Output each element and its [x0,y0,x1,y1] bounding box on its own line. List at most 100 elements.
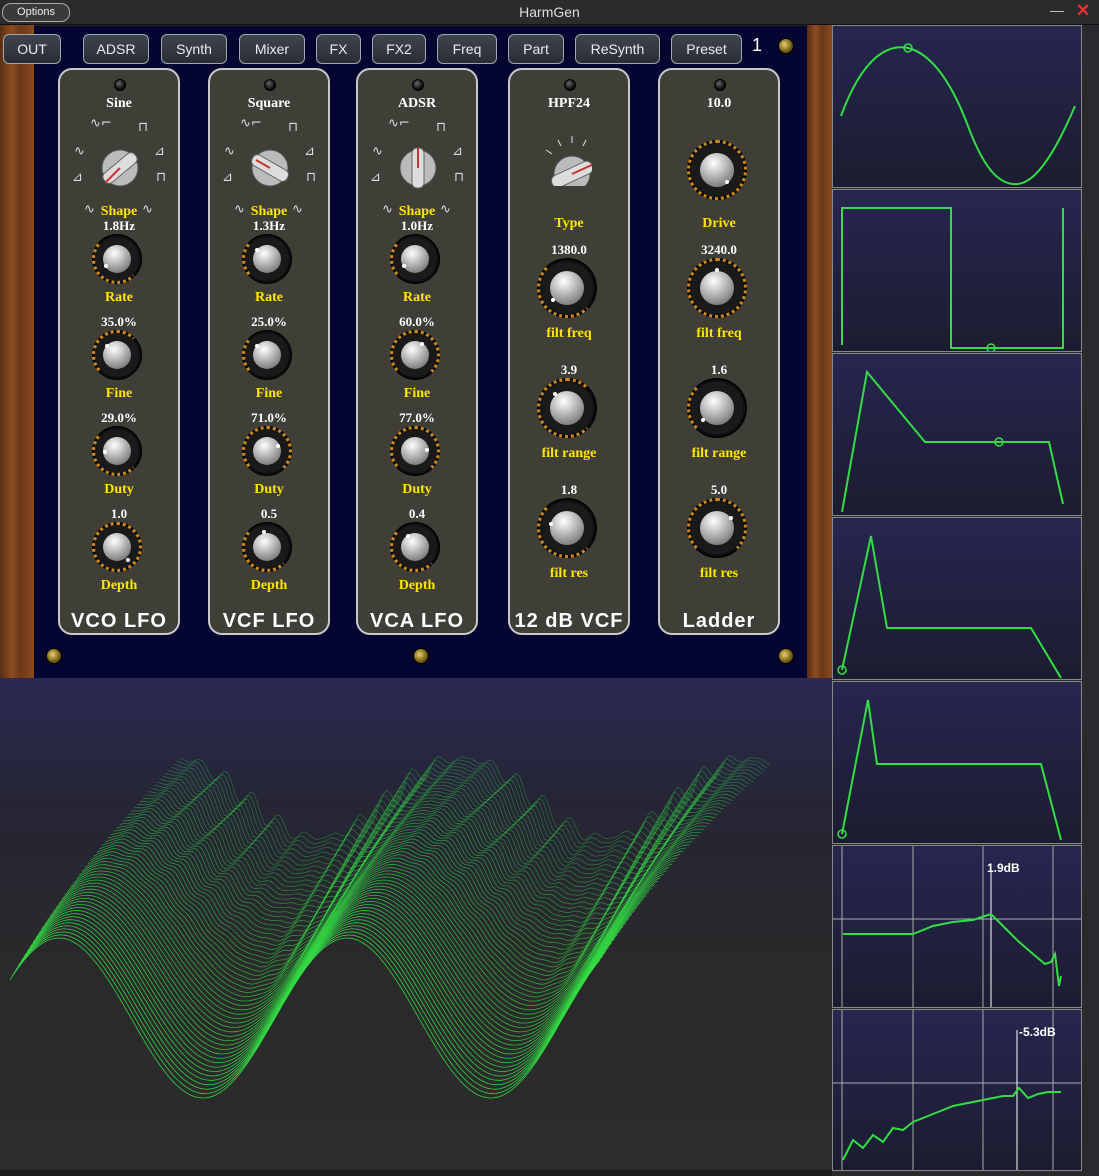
filt-res-knob[interactable] [537,498,597,558]
filt-range-knob[interactable] [687,378,747,438]
waveform-3d-display [0,678,832,1176]
wave-triangle-icon: ∿ [224,144,235,159]
depth-knob[interactable] [390,522,440,572]
depth-value: 1.0 [110,506,128,521]
filt-freq-label: filt freq [696,326,742,341]
shape-selector-knob[interactable] [92,138,148,194]
module-title: VCO LFO [71,610,167,632]
module-vca-lfo: ADSR ∿⌐ ⊓ ∿ ⊿ ⊿ ⊓ Shape ∿ ∿ 1.0Hz Rate 6… [356,68,478,635]
waveform-3d-plot [9,755,771,1099]
fine-value: 60.0% [399,314,435,329]
nav-fx2-button[interactable]: FX2 [372,34,426,64]
shape-selector-knob[interactable] [242,138,298,194]
nav-fx-button[interactable]: FX [316,34,361,64]
waveform-slice-line [179,755,771,841]
module-title: VCF LFO [222,610,316,632]
duty-value: 29.0% [101,410,137,425]
type-selector-knob[interactable] [536,130,592,186]
led-indicator [714,79,726,91]
filt-res-knob[interactable] [687,498,747,558]
wave-ramp-icon: ⊿ [222,170,233,185]
depth-knob[interactable] [242,522,292,572]
led-indicator [564,79,576,91]
wave-saw-icon: ⊿ [452,144,463,159]
nav-freq-button[interactable]: Freq [437,34,497,64]
depth-label: Depth [100,578,138,593]
wave-pulse-icon: ⊓ [306,170,317,185]
gain-readout: -5.3dB [1019,1025,1056,1039]
filt-res-label: filt res [699,566,739,581]
envelope-trace [837,699,1062,841]
preset-number: 1 [752,35,763,55]
wave-square-icon: ⊓ [288,120,299,135]
drive-knob[interactable] [687,140,747,200]
envelope-trace [837,535,1062,679]
filt-range-knob[interactable] [537,378,597,438]
screw-icon [778,648,794,664]
duty-knob[interactable] [242,426,292,476]
shape-selector-knob[interactable] [390,138,446,194]
rate-knob[interactable] [242,234,292,284]
nav-adsr-button[interactable]: ADSR [83,34,149,64]
rate-knob[interactable] [92,234,142,284]
module-12db-vcf: HPF24 Type 1380.0 filt freq 3.9 filt ran… [508,68,630,635]
shape-value: ADSR [397,96,437,111]
rate-value: 1.0Hz [400,218,434,233]
minimize-icon[interactable]: — [1050,2,1064,18]
shape-value: Sine [106,96,132,111]
duty-label: Duty [104,482,134,497]
filt-freq-value: 1380.0 [551,242,587,257]
close-icon[interactable]: ✕ [1076,1,1090,21]
screw-icon [46,648,62,664]
nav-mixer-button[interactable]: Mixer [239,34,305,64]
fine-knob[interactable] [92,330,142,380]
module-title: VCA LFO [369,610,465,632]
filt-freq-knob[interactable] [537,258,597,318]
wave-ramp-icon: ⊿ [370,170,381,185]
depth-label: Depth [398,578,436,593]
fine-value: 25.0% [251,314,287,329]
scope-vcf-lfo-square [832,189,1082,352]
wave-triangle-icon: ∿ [372,144,383,159]
wood-panel-left [0,25,34,678]
screw-icon [413,648,429,664]
wave-sine-icon: ∿⌐ [240,116,262,131]
rate-value: 1.3Hz [252,218,286,233]
filt-res-value: 5.0 [710,482,728,497]
waveform-slice-line [26,919,618,1073]
rate-knob[interactable] [390,234,440,284]
filt-freq-knob[interactable] [687,258,747,318]
filt-range-value: 3.9 [560,362,578,377]
scope-spectrum: -5.3dB [832,1009,1082,1171]
fine-knob[interactable] [242,330,292,380]
wave-sine-icon: ∿ [142,202,153,217]
led-indicator [264,79,276,91]
wave-sine-icon: ∿⌐ [388,116,410,131]
wave-sine-icon: ∿ [382,202,393,217]
status-strip [0,1170,832,1176]
type-label: Type [554,216,584,231]
filt-freq-label: filt freq [546,326,592,341]
nav-out-button[interactable]: OUT [3,34,61,64]
fine-label: Fine [255,386,283,401]
nav-part-button[interactable]: Part [508,34,564,64]
nav-synth-button[interactable]: Synth [161,34,227,64]
window-title: HarmGen [519,4,580,20]
drive-value: 10.0 [706,96,732,111]
wave-pulse-icon: ⊓ [454,170,465,185]
nav-preset-button[interactable]: Preset [671,34,742,64]
shape-value: Square [247,96,291,111]
nav-resynth-button[interactable]: ReSynth [575,34,660,64]
rate-label: Rate [403,290,431,305]
duty-label: Duty [402,482,432,497]
depth-knob[interactable] [92,522,142,572]
wave-sine-icon: ∿ [292,202,303,217]
fine-knob[interactable] [390,330,440,380]
duty-knob[interactable] [92,426,142,476]
module-ladder: 10.0 Drive 3240.0 filt freq 1.6 filt ran… [658,68,780,635]
led-indicator [412,79,424,91]
duty-knob[interactable] [390,426,440,476]
filt-range-value: 1.6 [710,362,728,377]
rate-label: Rate [255,290,283,305]
duty-label: Duty [254,482,284,497]
